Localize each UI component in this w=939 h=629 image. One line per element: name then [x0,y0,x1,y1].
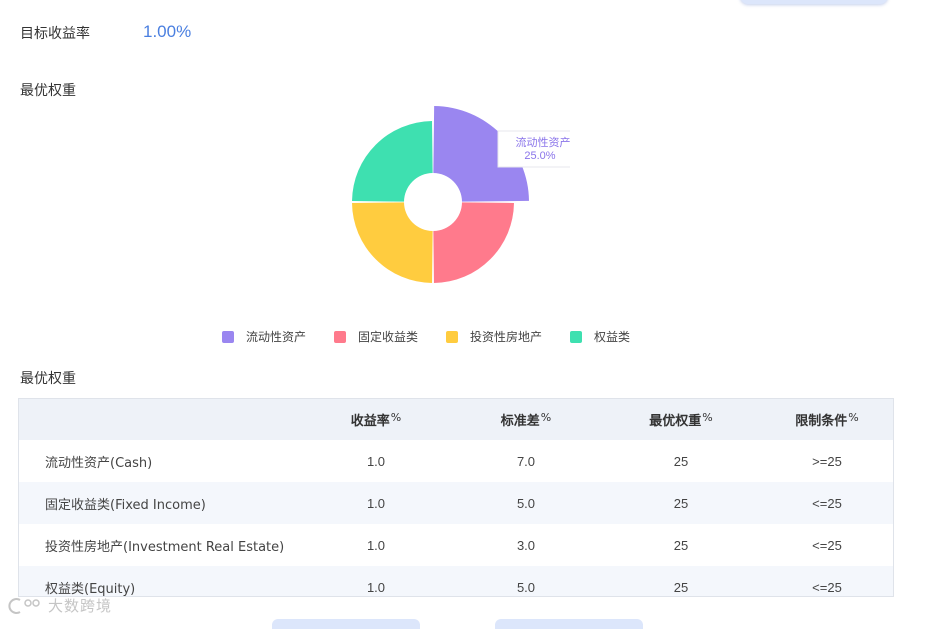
slice-equity[interactable] [352,121,433,202]
legend-item-liquid[interactable]: 流动性资产 [222,328,306,345]
header-unit: % [848,411,859,424]
cell-std: 5.0 [451,566,601,596]
target-return-value: 1.00% [143,22,192,41]
watermark-logo-icon [8,597,40,614]
cell-name: 固定收益类(Fixed Income) [19,482,301,524]
cell-weight: 25 [601,482,761,524]
cell-limit: <=25 [761,566,893,596]
cell-weight: 25 [601,566,761,596]
header-return: 收益率% [301,399,451,440]
chart-tooltip: 流动性资产 25.0% [497,130,571,168]
cell-return: 1.0 [366,537,386,553]
weight-rose-chart: 流动性资产 25.0% [352,106,571,283]
header-unit: % [540,411,552,424]
watermark: 大数跨境 [8,595,112,616]
table-header-row: 收益率% 标准差% 最优权重% 限制条件% [19,399,893,440]
table-row: 流动性资产(Cash) 1.0 7.0 25 >=25 [19,440,893,482]
header-limit: 限制条件% [761,399,893,440]
legend-item-fixed-income[interactable]: 固定收益类 [334,328,418,345]
cell-std: 3.0 [516,537,536,553]
header-unit: % [702,411,713,424]
cell-return: 1.0 [301,482,451,524]
tooltip-value: 25.0% [524,150,555,162]
table-row: 固定收益类(Fixed Income) 1.0 5.0 25 <=25 [19,482,893,524]
tooltip-name: 流动性资产 [516,135,571,149]
cell-limit: <=25 [812,537,842,553]
target-return-row: 目标收益率 [20,22,90,44]
legend-swatch [570,330,583,343]
legend-label: 流动性资产 [246,330,307,344]
header-asset [19,399,301,440]
cell-std: 7.0 [516,453,536,469]
legend-swatch [222,330,234,343]
table-row: 权益类(Equity) 1.0 5.0 25 <=25 [19,566,893,596]
header-std: 标准差% [451,399,601,440]
top-button-edge[interactable] [740,0,888,4]
cell-name: 流动性资产(Cash) [45,455,153,471]
legend-label: 投资性房地产 [470,330,543,344]
target-return-label: 目标收益率 [20,26,90,42]
slice-real-estate[interactable] [352,202,433,283]
watermark-text: 大数跨境 [48,597,113,615]
legend-item-equity[interactable]: 权益类 [570,328,630,345]
weights-table: 收益率% 标准差% 最优权重% 限制条件% 流动性资产(Cash) 1.0 7.… [18,398,894,597]
cell-weight: 25 [673,453,689,469]
header-weight: 最优权重% [601,399,761,440]
cell-weight: 25 [673,537,689,553]
chart-legend: 流动性资产 固定收益类 投资性房地产 权益类 [222,328,658,345]
header-unit: % [390,411,402,424]
cell-limit: >=25 [812,453,842,469]
cell-return: 1.0 [366,453,386,469]
slice-fixed-income[interactable] [433,202,514,283]
legend-label: 权益类 [594,330,631,344]
legend-label: 固定收益类 [358,330,419,344]
legend-swatch [446,330,459,343]
bottom-button-edge-right[interactable] [495,619,643,629]
bottom-button-edge-left[interactable] [272,619,420,629]
cell-limit: <=25 [761,482,893,524]
cell-return: 1.0 [301,566,451,596]
legend-swatch [334,330,347,343]
table-row: 投资性房地产(Investment Real Estate) 1.0 3.0 2… [19,524,893,566]
cell-name: 投资性房地产(Investment Real Estate) [45,539,285,555]
section-title-table: 最优权重 [20,371,76,387]
section-title-chart: 最优权重 [20,83,76,99]
legend-item-real-estate[interactable]: 投资性房地产 [446,328,542,345]
cell-name: 权益类(Equity) [19,566,301,596]
cell-std: 5.0 [451,482,601,524]
